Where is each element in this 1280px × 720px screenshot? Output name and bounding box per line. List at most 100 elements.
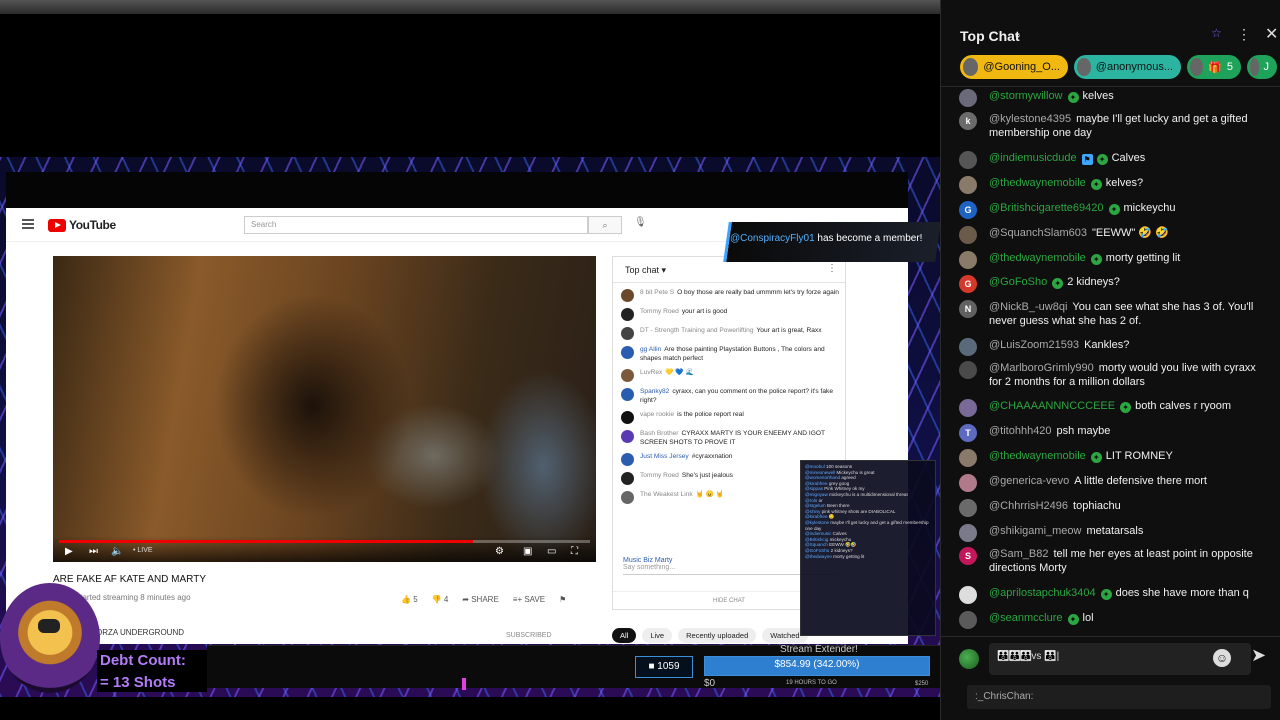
chat-message-list[interactable]: @stormywillow ✦ kelves k @kylestone4395 maybe… xyxy=(941,88,1280,636)
chat-message[interactable]: @CHAAAANNNCCCEEE ✦ both calves r ryoom xyxy=(959,399,1271,417)
chat-author[interactable]: @Sam_B82 xyxy=(989,548,1048,560)
user-avatar[interactable] xyxy=(959,251,977,269)
youtube-chat-author[interactable]: Bash Brother xyxy=(640,430,678,437)
chat-author[interactable]: @thedwaynemobile xyxy=(989,252,1086,264)
chat-message[interactable]: N @NickB_-uw8qi You can see what she has 3… xyxy=(959,300,1271,328)
user-avatar[interactable]: G xyxy=(959,201,977,219)
donor-pill[interactable]: J xyxy=(1247,55,1277,79)
chat-author[interactable]: @indiemusicdude xyxy=(989,152,1077,164)
youtube-filter-chip[interactable]: All xyxy=(612,628,637,643)
chat-message[interactable]: @thedwaynemobile ✦ kelves? xyxy=(959,176,1271,194)
donor-pill[interactable]: @Gooning_O... xyxy=(960,55,1068,79)
next-icon[interactable]: ⏭ xyxy=(89,546,98,557)
youtube-chat-author[interactable]: vape rookie xyxy=(640,411,674,418)
youtube-chat-author[interactable]: gg Allin xyxy=(640,346,661,353)
video-progress-bar[interactable] xyxy=(59,540,590,543)
channel-name[interactable]: ORZA UNDERGROUND xyxy=(96,628,184,637)
youtube-filter-chip[interactable]: Recently uploaded xyxy=(678,628,757,643)
chat-author[interactable]: @stormywillow xyxy=(989,90,1063,102)
user-avatar[interactable] xyxy=(959,361,977,379)
theater-icon[interactable]: ▭ xyxy=(547,546,556,557)
fullscreen-icon[interactable]: ⛶ xyxy=(571,546,578,557)
like-button[interactable]: 👍 5 xyxy=(401,595,418,604)
menu-icon[interactable] xyxy=(22,219,34,229)
chat-message[interactable]: @LuisZoom21593 Kankles? xyxy=(959,338,1271,356)
chat-author[interactable]: @thedwaynemobile xyxy=(989,450,1086,462)
chat-message[interactable]: S @Sam_B82 tell me her eyes at least point… xyxy=(959,547,1271,575)
share-button[interactable]: ➦ SHARE xyxy=(462,595,499,604)
user-avatar[interactable] xyxy=(959,176,977,194)
chat-author[interactable]: @MarlboroGrimly990 xyxy=(989,362,1094,374)
chat-message[interactable]: @SquanchSlam603 "EEWW" 🤣 🤣 xyxy=(959,226,1271,244)
user-avatar[interactable] xyxy=(959,226,977,244)
user-avatar[interactable] xyxy=(959,338,977,356)
chat-author[interactable]: @GoFoSho xyxy=(989,276,1047,288)
chat-message[interactable]: @stormywillow ✦ kelves xyxy=(959,89,1271,107)
youtube-chat-author[interactable]: Tommy Roed xyxy=(640,472,679,479)
chat-message[interactable]: @MarlboroGrimly990 morty would you live w… xyxy=(959,361,1271,389)
chat-author[interactable]: @SquanchSlam603 xyxy=(989,227,1087,239)
user-avatar[interactable] xyxy=(959,151,977,169)
chat-author[interactable]: @LuisZoom21593 xyxy=(989,339,1079,351)
close-icon[interactable]: ✕ xyxy=(1265,24,1278,44)
save-button[interactable]: ≡+ SAVE xyxy=(513,595,545,604)
more-options-icon[interactable]: ⋮ xyxy=(1237,26,1251,43)
youtube-filter-chip[interactable]: Live xyxy=(642,628,673,643)
chat-message[interactable]: G @Britishcigarette69420 ✦ mickeychu xyxy=(959,201,1271,219)
chat-message[interactable]: @generica-vevo A little defensive there m… xyxy=(959,474,1271,492)
chat-message[interactable]: G @GoFoSho ✦ 2 kidneys? xyxy=(959,275,1271,293)
user-avatar[interactable]: G xyxy=(959,275,977,293)
chat-author[interactable]: @aprilostapchuk3404 xyxy=(989,587,1096,599)
chat-message[interactable]: @thedwaynemobile ✦ LIT ROMNEY xyxy=(959,449,1271,467)
flag-icon[interactable]: ⚑ xyxy=(559,595,566,604)
youtube-search-input[interactable]: Search xyxy=(244,216,588,234)
sparkle-icon[interactable]: ☆ xyxy=(1211,26,1222,40)
chat-message[interactable]: @seanmcclure ✦ lol xyxy=(959,611,1271,629)
chat-message[interactable]: @ChhrrisH2496 tophiachu xyxy=(959,499,1271,517)
youtube-chat-author[interactable]: The Weakest Link xyxy=(640,491,693,498)
emoji-shortcut-field[interactable]: :_ChrisChan: xyxy=(967,685,1271,709)
user-avatar[interactable] xyxy=(959,586,977,604)
settings-icon[interactable]: ⚙ xyxy=(495,546,504,557)
youtube-chat-author[interactable]: 8 bit Pete S xyxy=(640,289,674,296)
chat-message[interactable]: @shikigami_meow metatarsals xyxy=(959,524,1271,542)
chat-author[interactable]: @generica-vevo xyxy=(989,475,1069,487)
stream-video[interactable]: YouTube Search ⌕ 🎙 ▶ ⏭ 🔈 • LIVE ⚙ ▣ ▭ ⛶ … xyxy=(0,0,940,720)
more-icon[interactable]: ⋮ xyxy=(827,263,837,274)
miniplayer-icon[interactable]: ▣ xyxy=(523,546,532,557)
user-avatar[interactable] xyxy=(959,399,977,417)
donor-pill[interactable]: @anonymous... xyxy=(1074,55,1181,79)
user-avatar[interactable]: T xyxy=(959,424,977,442)
play-icon[interactable]: ▶ xyxy=(65,546,73,557)
youtube-chat-author[interactable]: DT - Strength Training and Powerlifting xyxy=(640,327,754,334)
chevron-down-icon[interactable]: ⌄ xyxy=(1013,28,1022,41)
youtube-logo[interactable]: YouTube xyxy=(48,218,116,232)
subscribed-button[interactable]: SUBSCRIBED xyxy=(506,632,552,639)
user-avatar[interactable] xyxy=(959,611,977,629)
chat-author[interactable]: @NickB_-uw8qi xyxy=(989,301,1067,313)
user-avatar[interactable]: N xyxy=(959,300,977,318)
dislike-button[interactable]: 👎 4 xyxy=(432,595,449,604)
chat-author[interactable]: @ChhrrisH2496 xyxy=(989,500,1068,512)
chat-message[interactable]: @thedwaynemobile ✦ morty getting lit xyxy=(959,251,1271,269)
user-avatar[interactable] xyxy=(959,499,977,517)
chat-author[interactable]: @Britishcigarette69420 xyxy=(989,202,1104,214)
user-avatar[interactable] xyxy=(959,89,977,107)
youtube-chat-author[interactable]: Just Miss Jersey xyxy=(640,453,689,460)
chat-author[interactable]: @CHAAAANNNCCCEEE xyxy=(989,400,1115,412)
youtube-chat-author[interactable]: Spanky82 xyxy=(640,388,669,395)
mic-icon[interactable]: 🎙 xyxy=(634,217,647,228)
chat-message[interactable]: k @kylestone4395 maybe I'll get lucky and … xyxy=(959,112,1271,140)
chat-author[interactable]: @kylestone4395 xyxy=(989,113,1071,125)
user-avatar[interactable] xyxy=(959,474,977,492)
chat-message[interactable]: @aprilostapchuk3404 ✦ does she have more t… xyxy=(959,586,1271,604)
chat-author[interactable]: @seanmcclure xyxy=(989,612,1063,624)
search-icon[interactable]: ⌕ xyxy=(588,216,622,234)
youtube-chat-author[interactable]: Tommy Roed xyxy=(640,308,679,315)
user-avatar[interactable] xyxy=(959,449,977,467)
chat-message[interactable]: @indiemusicdude ⚑ ✦ Calves xyxy=(959,151,1271,169)
user-avatar[interactable]: S xyxy=(959,547,977,565)
chat-message[interactable]: T @titohhh420 psh maybe xyxy=(959,424,1271,442)
user-avatar[interactable] xyxy=(959,524,977,542)
chat-mode-selector[interactable]: Top Chat xyxy=(960,28,1020,44)
